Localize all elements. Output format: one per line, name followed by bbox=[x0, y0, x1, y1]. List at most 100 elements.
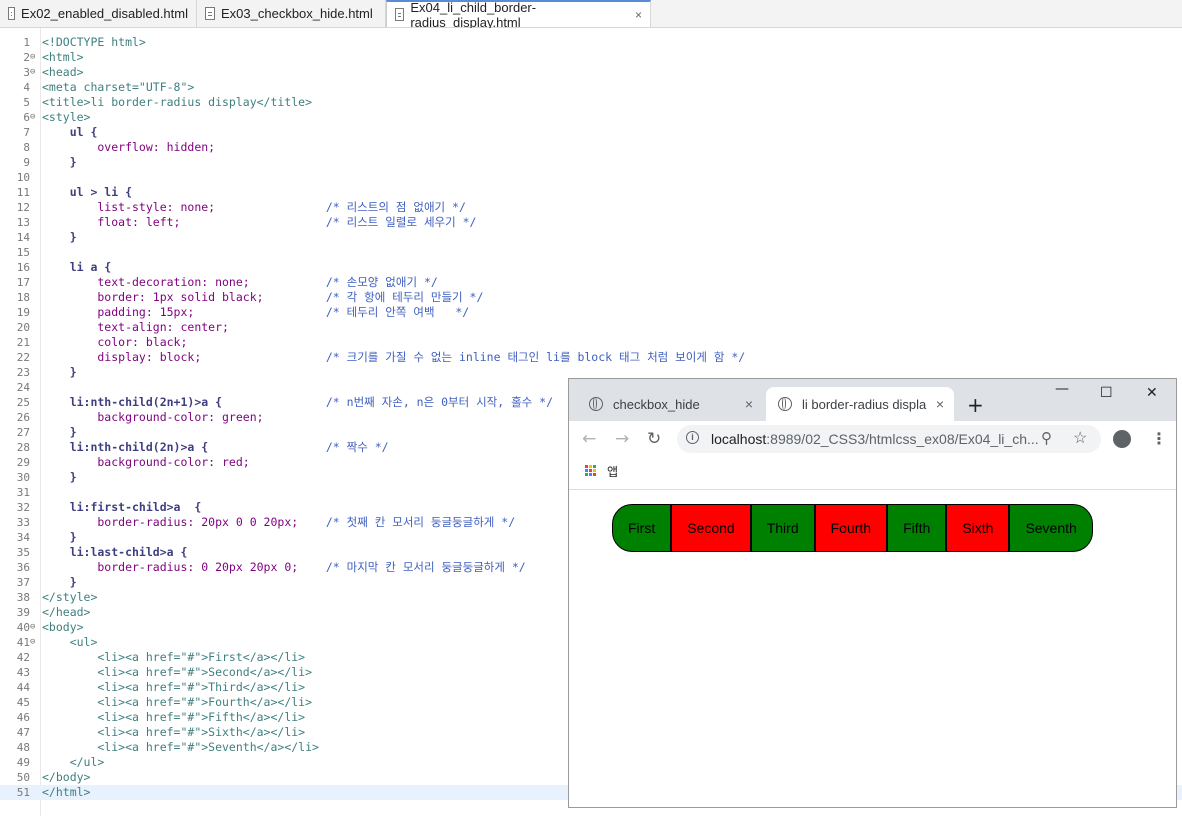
line-number: 7 bbox=[23, 126, 30, 139]
code-line[interactable]: 9 } bbox=[0, 155, 1182, 170]
code-text: <li><a href="#">Fifth</a></li> bbox=[42, 710, 306, 724]
code-line[interactable]: 22 display: block; /* 크기를 가질 수 없는 inline… bbox=[0, 350, 1182, 365]
fold-toggle-icon[interactable]: ⊖ bbox=[30, 620, 39, 635]
code-line[interactable]: 3 ⊖ <head> bbox=[0, 65, 1182, 80]
code-text: ul > li { bbox=[42, 185, 133, 199]
code-text: li:nth-child(2n)>a { /* 짝수 */ bbox=[42, 440, 389, 454]
code-line[interactable]: 10 bbox=[0, 170, 1182, 185]
code-text: <title>li border-radius display</title> bbox=[42, 95, 313, 109]
code-text: <head> bbox=[42, 65, 84, 79]
editor-tab-ex03[interactable]: Ex03_checkbox_hide.html bbox=[197, 0, 386, 27]
fold-toggle-icon[interactable]: ⊖ bbox=[30, 110, 39, 125]
apps-bookmark-label[interactable]: 앱 bbox=[607, 463, 618, 480]
line-number: 22 bbox=[16, 351, 30, 364]
line-number: 28 bbox=[16, 441, 30, 454]
nav-link-second[interactable]: Second bbox=[671, 504, 751, 552]
editor-tab-ex02[interactable]: Ex02_enabled_disabled.html bbox=[0, 0, 197, 27]
url-text[interactable]: localhost:8989/02_CSS3/htmlcss_ex08/Ex04… bbox=[711, 431, 1039, 447]
line-number: 47 bbox=[16, 726, 30, 739]
fold-toggle-icon[interactable]: ⊖ bbox=[30, 50, 39, 65]
code-text: } bbox=[42, 365, 77, 379]
fold-toggle-icon[interactable]: ⊖ bbox=[30, 635, 39, 650]
code-line[interactable]: 1 <!DOCTYPE html> bbox=[0, 35, 1182, 50]
address-bar[interactable]: i localhost:8989/02_CSS3/htmlcss_ex08/Ex… bbox=[677, 425, 1101, 453]
code-text: background-color: red; bbox=[42, 455, 250, 469]
browser-toolbar: ← → ↻ i localhost:8989/02_CSS3/htmlcss_e… bbox=[569, 421, 1176, 457]
bookmarks-bar: 앱 bbox=[569, 457, 1176, 490]
line-number: 41 bbox=[16, 636, 30, 649]
line-number: 33 bbox=[16, 516, 30, 529]
code-line[interactable]: 16 li a { bbox=[0, 260, 1182, 275]
nav-link-fourth[interactable]: Fourth bbox=[814, 504, 888, 552]
close-icon[interactable]: × bbox=[635, 8, 642, 22]
code-line[interactable]: 20 text-align: center; bbox=[0, 320, 1182, 335]
code-line[interactable]: 2 ⊖ <html> bbox=[0, 50, 1182, 65]
code-text: li a { bbox=[42, 260, 112, 274]
editor-tab-ex04[interactable]: Ex04_li_child_border-radius_display.html… bbox=[386, 0, 651, 30]
line-number: 32 bbox=[16, 501, 30, 514]
nav-link-third[interactable]: Third bbox=[750, 504, 815, 552]
account-icon[interactable] bbox=[1113, 430, 1131, 448]
code-line[interactable]: 11 ul > li { bbox=[0, 185, 1182, 200]
code-line[interactable]: 15 bbox=[0, 245, 1182, 260]
code-line[interactable]: 19 padding: 15px; /* 테두리 안쪽 여백 */ bbox=[0, 305, 1182, 320]
code-line[interactable]: 4 <meta charset="UTF-8"> bbox=[0, 80, 1182, 95]
nav-link-sixth[interactable]: Sixth bbox=[946, 504, 1010, 552]
code-text: <li><a href="#">First</a></li> bbox=[42, 650, 306, 664]
line-number: 5 bbox=[23, 96, 30, 109]
apps-icon[interactable] bbox=[585, 465, 597, 477]
line-number: 12 bbox=[16, 201, 30, 214]
minimize-button[interactable]: — bbox=[1055, 381, 1069, 397]
star-icon[interactable]: ☆ bbox=[1073, 428, 1087, 448]
code-line[interactable]: 5 <title>li border-radius display</title> bbox=[0, 95, 1182, 110]
code-line[interactable]: 7 ul { bbox=[0, 125, 1182, 140]
code-line[interactable]: 17 text-decoration: none; /* 손모양 없애기 */ bbox=[0, 275, 1182, 290]
code-text: </ul> bbox=[42, 755, 105, 769]
nav-list-item: Sixth bbox=[946, 504, 1010, 552]
line-number: 39 bbox=[16, 606, 30, 619]
code-text: <ul> bbox=[42, 635, 98, 649]
code-line[interactable]: 12 list-style: none; /* 리스트의 점 없애기 */ bbox=[0, 200, 1182, 215]
code-text: <!DOCTYPE html> bbox=[42, 35, 146, 49]
code-text: <meta charset="UTF-8"> bbox=[42, 80, 195, 94]
line-number: 42 bbox=[16, 651, 30, 664]
code-text: } bbox=[42, 425, 77, 439]
maximize-button[interactable]: ☐ bbox=[1100, 385, 1113, 401]
line-number: 16 bbox=[16, 261, 30, 274]
line-number: 21 bbox=[16, 336, 30, 349]
reload-button[interactable]: ↻ bbox=[647, 429, 661, 449]
line-number: 25 bbox=[16, 396, 30, 409]
close-window-button[interactable]: ✕ bbox=[1146, 385, 1158, 401]
code-line[interactable]: 21 color: black; bbox=[0, 335, 1182, 350]
code-text: list-style: none; /* 리스트의 점 없애기 */ bbox=[42, 200, 466, 214]
back-button[interactable]: ← bbox=[582, 429, 596, 449]
code-text: text-align: center; bbox=[42, 320, 229, 334]
code-line[interactable]: 18 border: 1px solid black; /* 각 항에 테두리 … bbox=[0, 290, 1182, 305]
fold-toggle-icon[interactable]: ⊖ bbox=[30, 65, 39, 80]
browser-tab-checkbox-hide[interactable]: checkbox_hide × bbox=[577, 387, 763, 421]
search-icon[interactable]: ⚲ bbox=[1041, 429, 1052, 447]
code-line[interactable]: 6 ⊖ <style> bbox=[0, 110, 1182, 125]
line-number: 35 bbox=[16, 546, 30, 559]
close-icon[interactable]: × bbox=[936, 396, 944, 412]
info-icon[interactable]: i bbox=[686, 431, 699, 444]
line-number: 13 bbox=[16, 216, 30, 229]
nav-link-fifth[interactable]: Fifth bbox=[887, 504, 947, 552]
code-line[interactable]: 13 float: left; /* 리스트 일렬로 세우기 */ bbox=[0, 215, 1182, 230]
close-icon[interactable]: × bbox=[745, 396, 753, 412]
code-text: float: left; /* 리스트 일렬로 세우기 */ bbox=[42, 215, 477, 229]
code-line[interactable]: 14 } bbox=[0, 230, 1182, 245]
new-tab-button[interactable]: + bbox=[967, 393, 984, 417]
nav-link-first[interactable]: First bbox=[612, 504, 672, 552]
code-line[interactable]: 8 overflow: hidden; bbox=[0, 140, 1182, 155]
more-menu-icon[interactable]: ⋮ bbox=[1151, 429, 1167, 448]
line-number: 18 bbox=[16, 291, 30, 304]
forward-button[interactable]: → bbox=[615, 429, 629, 449]
code-text: </head> bbox=[42, 605, 91, 619]
line-number: 14 bbox=[16, 231, 30, 244]
code-text: li:last-child>a { bbox=[42, 545, 188, 559]
browser-tab-li-border-radius[interactable]: li border-radius displa × bbox=[766, 387, 954, 421]
code-text: padding: 15px; /* 테두리 안쪽 여백 */ bbox=[42, 305, 470, 319]
code-text: <style> bbox=[42, 110, 91, 124]
nav-link-seventh[interactable]: Seventh bbox=[1009, 504, 1093, 552]
